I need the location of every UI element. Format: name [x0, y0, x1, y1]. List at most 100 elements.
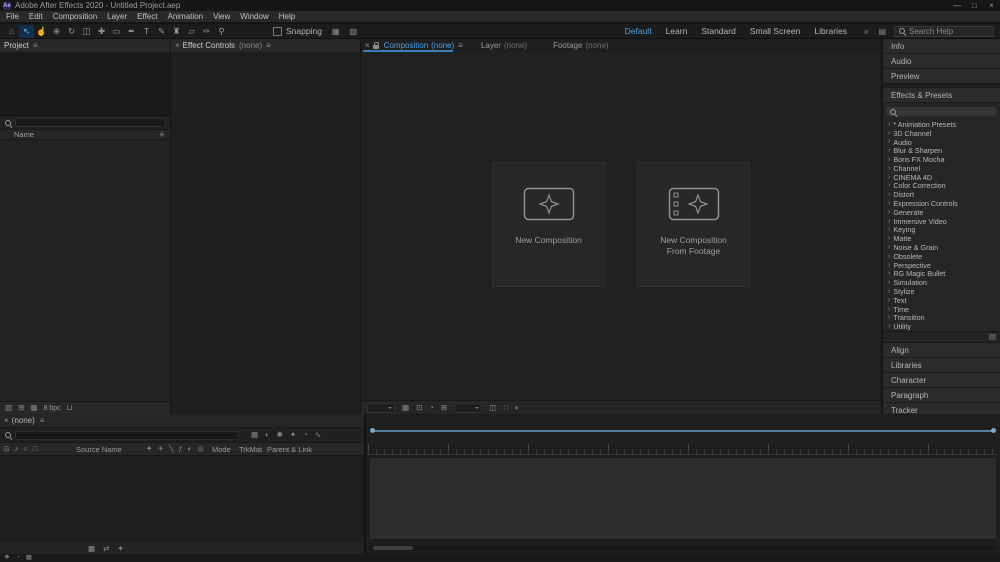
camera-tool[interactable]: ◫: [79, 25, 94, 38]
mask-visibility-icon[interactable]: ⊡: [416, 404, 422, 412]
expand-chevron-icon[interactable]: ›: [888, 235, 890, 242]
transfer-controls-icon[interactable]: ✦: [117, 544, 123, 553]
solo-toggle-icon[interactable]: ○: [23, 445, 28, 453]
snap-option-a-icon[interactable]: ▦: [332, 27, 340, 36]
menu-help[interactable]: Help: [274, 12, 300, 21]
timeline-search-input[interactable]: [15, 430, 239, 440]
hide-shy-layers-icon[interactable]: ✺: [277, 431, 283, 439]
effects-category-row[interactable]: › Distort: [883, 190, 1000, 199]
motion-blur-icon[interactable]: ◐: [188, 445, 193, 453]
menu-animation[interactable]: Animation: [162, 12, 208, 21]
help-search-input[interactable]: [906, 26, 990, 36]
effect-controls-tab[interactable]: Effect Controls: [183, 41, 235, 50]
comp-mini-flowchart-icon[interactable]: ▦: [251, 431, 258, 439]
menu-view[interactable]: View: [208, 12, 235, 21]
expand-chevron-icon[interactable]: ›: [888, 174, 890, 181]
new-composition-button[interactable]: New Composition: [492, 162, 605, 287]
quality-icon[interactable]: ╲: [169, 445, 174, 453]
region-of-interest-icon[interactable]: ◔: [429, 404, 434, 412]
effects-category-row[interactable]: › Immersive Video: [883, 217, 1000, 226]
panel-paragraph[interactable]: Paragraph: [883, 388, 1000, 404]
video-toggle-icon[interactable]: ◎: [3, 445, 10, 453]
timeline-navigator[interactable]: [370, 428, 996, 433]
effects-category-row[interactable]: › RG Magic Bullet: [883, 270, 1000, 279]
expand-chevron-icon[interactable]: ›: [888, 191, 890, 198]
new-folder-icon[interactable]: ⊞: [18, 404, 24, 412]
frame-blending-icon[interactable]: ✦: [290, 431, 296, 439]
horizontal-scrollbar[interactable]: [369, 545, 997, 551]
scrollbar-thumb[interactable]: [373, 546, 413, 550]
expand-chevron-icon[interactable]: ›: [888, 297, 890, 304]
project-items-list[interactable]: [0, 141, 170, 401]
motion-blur-toggle-icon[interactable]: ◔: [303, 431, 308, 439]
pen-tool[interactable]: ✒: [124, 25, 139, 38]
effects-category-row[interactable]: › * Animation Presets: [883, 120, 1000, 129]
shape-tool[interactable]: ▭: [109, 25, 124, 38]
parent-link-column[interactable]: Parent & Link: [267, 445, 312, 454]
workspace-learn[interactable]: Learn: [659, 26, 695, 36]
source-name-column[interactable]: Source Name: [76, 445, 122, 454]
expand-chevron-icon[interactable]: ›: [888, 165, 890, 172]
menu-window[interactable]: Window: [235, 12, 273, 21]
panel-character[interactable]: Character: [883, 373, 1000, 389]
expand-chevron-icon[interactable]: ›: [888, 288, 890, 295]
timeline-tab[interactable]: (none): [12, 416, 35, 425]
clone-stamp-tool[interactable]: ♜: [169, 25, 184, 38]
keyboard-shortcuts-icon[interactable]: ▤: [878, 27, 886, 36]
effects-search-input[interactable]: [897, 107, 994, 116]
tab-layer[interactable]: Layer (none): [481, 41, 527, 50]
new-composition-from-footage-button[interactable]: New Composition From Footage: [637, 162, 750, 287]
effects-category-row[interactable]: › Utility: [883, 322, 1000, 331]
grid-guides-icon[interactable]: ▦: [402, 404, 409, 412]
transparency-grid-icon[interactable]: ⊞: [441, 404, 447, 412]
expand-chevron-icon[interactable]: ›: [888, 147, 890, 154]
lock-icon[interactable]: [372, 41, 380, 50]
effects-icon[interactable]: ƒ: [179, 445, 183, 453]
panel-align[interactable]: Align: [883, 343, 1000, 359]
expand-chevron-icon[interactable]: ›: [888, 226, 890, 233]
tab-composition[interactable]: Composition (none): [384, 41, 455, 50]
close-button[interactable]: ×: [983, 0, 1000, 11]
expand-chevron-icon[interactable]: ›: [888, 156, 890, 163]
project-search-input[interactable]: [15, 118, 166, 127]
graph-editor-icon[interactable]: ∿: [315, 431, 321, 439]
toggle-switches-modes-icon[interactable]: ⇄: [103, 544, 109, 553]
exposure-icon[interactable]: ◐: [515, 404, 520, 412]
mode-column[interactable]: Mode: [212, 445, 231, 454]
effects-panel-options-icon[interactable]: ▤: [989, 333, 996, 341]
expand-chevron-icon[interactable]: ›: [888, 121, 890, 128]
audio-toggle-icon[interactable]: ♪: [15, 445, 19, 453]
trash-icon[interactable]: ⊔: [67, 404, 73, 412]
effects-category-row[interactable]: › Audio: [883, 138, 1000, 147]
resolution-dropdown[interactable]: [454, 402, 483, 413]
close-tab-icon[interactable]: ×: [4, 416, 9, 425]
selection-tool[interactable]: ↖: [19, 24, 34, 38]
minimize-button[interactable]: —: [949, 0, 966, 11]
status-icon-b[interactable]: ◔: [16, 554, 20, 562]
effects-category-row[interactable]: › Time: [883, 305, 1000, 314]
expand-chevron-icon[interactable]: ›: [888, 262, 890, 269]
effects-category-row[interactable]: › Blur & Sharpen: [883, 146, 1000, 155]
expand-chevron-icon[interactable]: ›: [888, 253, 890, 260]
shy-icon[interactable]: ✦: [146, 445, 152, 453]
name-column-header[interactable]: Name: [14, 130, 34, 139]
layer-list-area[interactable]: [0, 456, 364, 542]
eraser-tool[interactable]: ▱: [184, 25, 199, 38]
effects-category-row[interactable]: › 3D Channel: [883, 129, 1000, 138]
effects-category-row[interactable]: › Generate: [883, 208, 1000, 217]
menu-layer[interactable]: Layer: [102, 12, 132, 21]
effects-category-row[interactable]: › Text: [883, 296, 1000, 305]
project-tab[interactable]: Project: [4, 41, 29, 50]
expand-chevron-icon[interactable]: ›: [888, 270, 890, 277]
effects-category-row[interactable]: › CINEMA 4D: [883, 173, 1000, 182]
maximize-button[interactable]: □: [966, 0, 983, 11]
effects-category-row[interactable]: › Color Correction: [883, 182, 1000, 191]
status-icon-c[interactable]: ▦: [26, 554, 32, 562]
expand-chevron-icon[interactable]: ›: [888, 306, 890, 313]
time-ruler[interactable]: [368, 440, 998, 455]
roto-brush-tool[interactable]: ✑: [199, 25, 214, 38]
panel-libraries[interactable]: Libraries: [883, 358, 1000, 374]
panel-menu-icon[interactable]: ≡: [266, 41, 271, 50]
panel-effects-presets[interactable]: Effects & Presets: [883, 88, 1000, 103]
hand-tool[interactable]: ☝: [34, 25, 49, 38]
